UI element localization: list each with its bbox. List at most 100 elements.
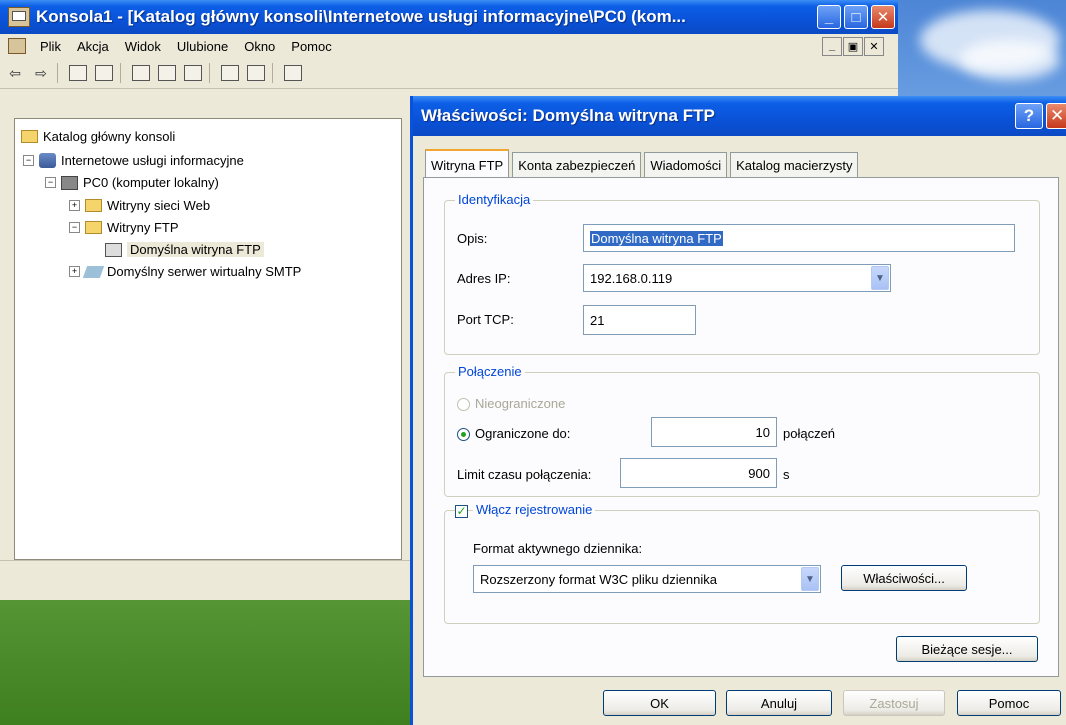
mdi-close-button[interactable]: ✕	[864, 36, 884, 56]
show-hide-action-pane-icon[interactable]	[245, 63, 267, 83]
expand-icon[interactable]: +	[69, 200, 80, 211]
limited-label: Ograniczone do:	[475, 426, 571, 441]
help-question-icon[interactable]: ?	[1015, 103, 1043, 129]
toolbar-separator	[272, 63, 273, 83]
tree-label: Internetowe usługi informacyjne	[61, 153, 244, 168]
log-format-value: Rozszerzony format W3C pliku dziennika	[480, 571, 717, 587]
back-arrow-icon[interactable]: ⇦	[4, 63, 26, 83]
ok-button[interactable]: OK	[603, 690, 716, 716]
menu-file[interactable]: Plik	[32, 39, 69, 54]
refresh-icon[interactable]	[156, 63, 178, 83]
tree-item-default-ftp[interactable]: Domyślna witryna FTP	[105, 242, 264, 257]
folder-icon	[21, 130, 38, 143]
console-icon	[8, 7, 30, 27]
enable-logging-label[interactable]: Włącz rejestrowanie	[473, 502, 596, 517]
properties-icon[interactable]	[130, 63, 152, 83]
toolbar-separator	[209, 63, 210, 83]
toolbar-separator	[120, 63, 121, 83]
collapse-icon[interactable]: −	[69, 222, 80, 233]
export-list-icon[interactable]	[182, 63, 204, 83]
ip-address-label: Adres IP:	[457, 271, 511, 286]
timeout-label: Limit czasu połączenia:	[457, 467, 592, 482]
forward-arrow-icon[interactable]: ⇨	[30, 63, 52, 83]
mmc-title-bar[interactable]: Konsola1 - [Katalog główny konsoli\Inter…	[0, 0, 898, 34]
collapse-icon[interactable]: −	[23, 155, 34, 166]
smtp-server-icon	[82, 265, 105, 278]
log-properties-button[interactable]: Właściwości...	[841, 565, 967, 591]
folder-icon	[85, 221, 102, 234]
properties-dialog: Właściwości: Domyślna witryna FTP ? ✕ Wi…	[410, 96, 1066, 725]
tab-messages[interactable]: Wiadomości	[644, 152, 728, 178]
mdi-controls: _ ▣ ✕	[821, 36, 884, 56]
menu-favorites[interactable]: Ulubione	[169, 39, 236, 54]
tree-label: Katalog główny konsoli	[43, 129, 176, 144]
tcp-port-value: 21	[590, 312, 605, 328]
log-format-label: Format aktywnego dziennika:	[473, 541, 643, 556]
toolbar-separator	[57, 63, 58, 83]
enable-logging-checkbox[interactable]: ✓	[455, 505, 468, 518]
current-sessions-button[interactable]: Bieżące sesje...	[896, 636, 1038, 662]
tree-label: Domyślna witryna FTP	[127, 242, 264, 257]
tree-item-iis[interactable]: − Internetowe usługi informacyjne	[23, 153, 244, 168]
mdi-minimize-button[interactable]: _	[822, 36, 842, 56]
tcp-port-label: Port TCP:	[457, 312, 514, 327]
tree-label: Domyślny serwer wirtualny SMTP	[107, 264, 302, 279]
menu-action[interactable]: Akcja	[69, 39, 117, 54]
tree-label: Witryny FTP	[107, 220, 179, 235]
collapse-icon[interactable]: −	[45, 177, 56, 188]
iis-icon	[39, 153, 56, 168]
tab-home-directory[interactable]: Katalog macierzysty	[730, 152, 859, 178]
log-format-select[interactable]: Rozszerzony format W3C pliku dziennika ▼	[473, 565, 821, 593]
tree-item-pc[interactable]: − PC0 (komputer lokalny)	[45, 175, 219, 190]
chevron-down-icon[interactable]: ▼	[871, 266, 889, 290]
dialog-title: Właściwości: Domyślna witryna FTP	[421, 106, 715, 125]
logging-group: ✓ Włącz rejestrowanie Format aktywnego d…	[444, 502, 1040, 624]
ip-address-value: 192.168.0.119	[590, 270, 673, 286]
identification-legend: Identyfikacja	[455, 192, 534, 207]
unlimited-label: Nieograniczone	[475, 396, 566, 411]
up-one-level-icon[interactable]	[67, 63, 89, 83]
menu-view[interactable]: Widok	[117, 39, 169, 54]
tree-item-root[interactable]: Katalog główny konsoli	[21, 129, 175, 144]
help-button[interactable]: Pomoc	[957, 690, 1061, 716]
computer-icon[interactable]	[282, 63, 304, 83]
connection-limit-value: 10	[755, 424, 770, 440]
tab-panel-ftp-site: Identyfikacja Opis: Domyślna witryna FTP…	[423, 177, 1059, 677]
cloud	[960, 40, 1060, 80]
timeout-value: 900	[748, 465, 770, 481]
mdi-restore-button[interactable]: ▣	[843, 36, 863, 56]
connection-group: Połączenie Nieograniczone Ograniczone do…	[444, 364, 1040, 497]
description-label: Opis:	[457, 231, 488, 246]
folder-icon	[85, 199, 102, 212]
menu-help[interactable]: Pomoc	[283, 39, 339, 54]
tree-item-web-sites[interactable]: + Witryny sieci Web	[69, 198, 210, 213]
timeout-input[interactable]: 900	[620, 458, 777, 488]
connections-unit-label: połączeń	[783, 426, 836, 441]
apply-button[interactable]: Zastosuj	[843, 690, 945, 716]
toolbar: ⇦ ⇨	[0, 58, 898, 89]
help-icon[interactable]	[219, 63, 241, 83]
dialog-close-button[interactable]: ✕	[1046, 103, 1066, 129]
tree-item-smtp[interactable]: + Domyślny serwer wirtualny SMTP	[69, 264, 301, 279]
window-title: Konsola1 - [Katalog główny konsoli\Inter…	[36, 7, 686, 26]
chevron-down-icon[interactable]: ▼	[801, 567, 819, 591]
menu-window[interactable]: Okno	[236, 39, 283, 54]
limited-radio[interactable]	[457, 428, 470, 441]
tab-ftp-site[interactable]: Witryna FTP	[425, 149, 510, 179]
dialog-title-bar[interactable]: Właściwości: Domyślna witryna FTP ? ✕	[413, 96, 1066, 136]
tab-security-accounts[interactable]: Konta zabezpieczeń	[512, 152, 642, 178]
tree-item-ftp-sites[interactable]: − Witryny FTP	[69, 220, 179, 235]
description-input[interactable]: Domyślna witryna FTP	[583, 224, 1015, 252]
show-hide-tree-icon[interactable]	[93, 63, 115, 83]
minimize-button[interactable]: _	[817, 5, 841, 29]
close-button[interactable]: ✕	[871, 5, 895, 29]
unlimited-radio[interactable]	[457, 398, 470, 411]
connection-limit-input[interactable]: 10	[651, 417, 777, 447]
ip-address-select[interactable]: 192.168.0.119 ▼	[583, 264, 891, 292]
cancel-button[interactable]: Anuluj	[726, 690, 832, 716]
expand-icon[interactable]: +	[69, 266, 80, 277]
console-icon[interactable]	[8, 38, 26, 54]
tree-label: Witryny sieci Web	[107, 198, 211, 213]
maximize-button[interactable]: □	[844, 5, 868, 29]
tcp-port-input[interactable]: 21	[583, 305, 696, 335]
